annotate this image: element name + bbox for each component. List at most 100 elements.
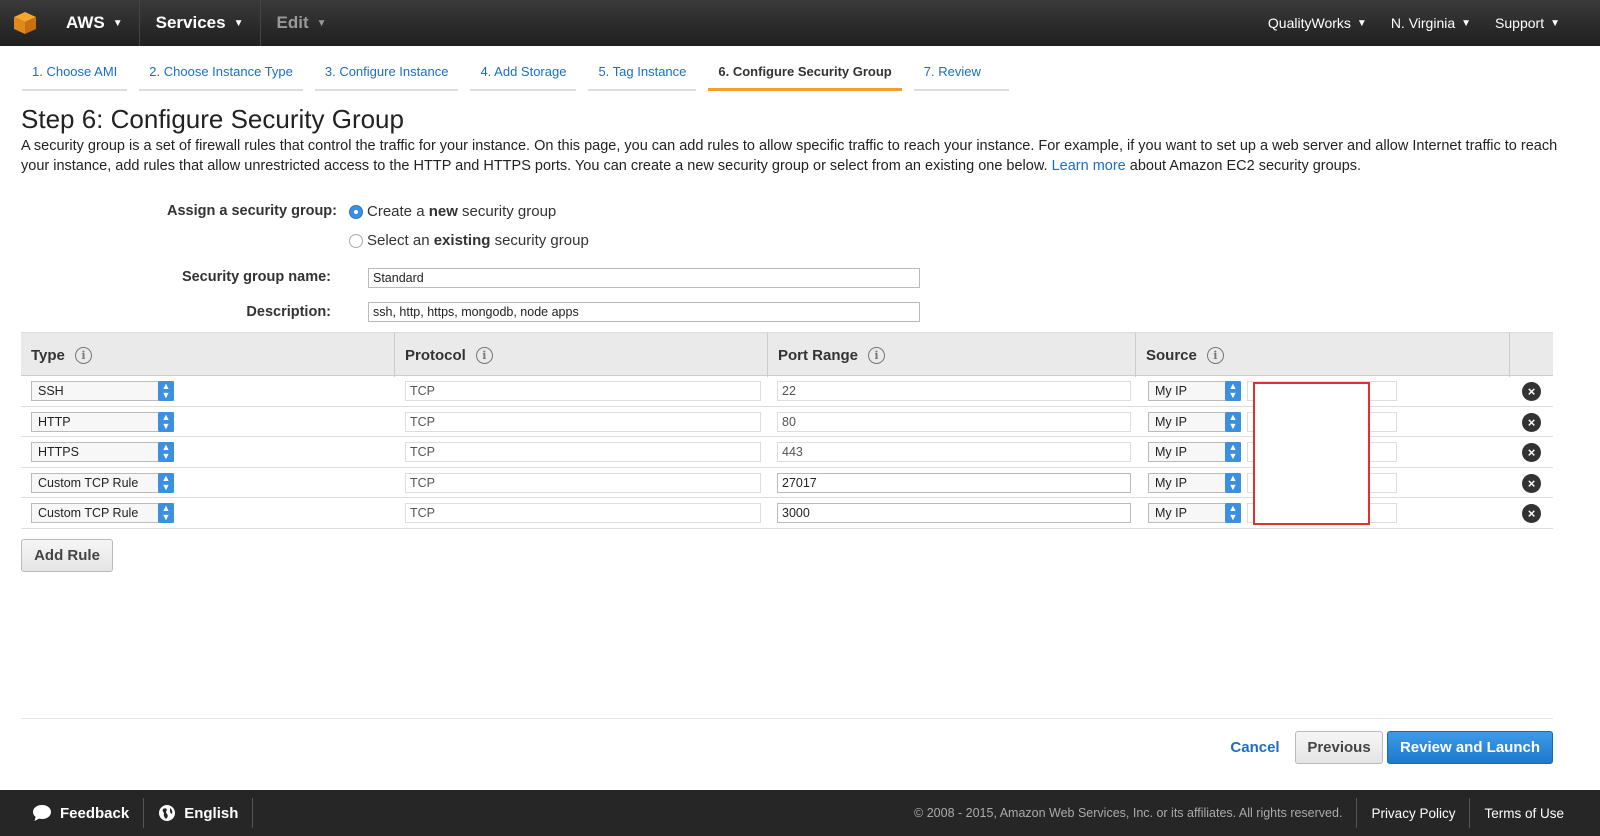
account-menu[interactable]: QualityWorks ▼	[1256, 15, 1379, 31]
feedback-button[interactable]: Feedback	[0, 798, 145, 828]
select-arrows-icon: ▲ ▼	[1225, 503, 1241, 523]
step-review[interactable]: 7. Review	[913, 58, 1009, 91]
step-configure-security-group[interactable]: 6. Configure Security Group	[708, 58, 902, 91]
wizard-steps: 1. Choose AMI 2. Choose Instance Type 3.…	[22, 58, 1009, 91]
step-tag-instance[interactable]: 5. Tag Instance	[588, 58, 697, 91]
cancel-button[interactable]: Cancel	[1224, 731, 1286, 764]
info-icon[interactable]: i	[868, 346, 886, 364]
column-port-range-label: Port Range	[778, 346, 859, 364]
select-arrows-icon: ▲ ▼	[1225, 472, 1241, 493]
type-select[interactable]: Custom TCP Rule ▲ ▼	[31, 503, 174, 523]
redaction-highlight-box	[1253, 382, 1370, 525]
language-label: English	[184, 804, 239, 822]
learn-more-link[interactable]: Learn more	[1052, 158, 1126, 174]
group-name-label: Security group name:	[181, 269, 331, 285]
select-arrows-icon: ▲ ▼	[1225, 442, 1241, 462]
footer: Feedback English © 2008 - 2015, Amazon W…	[0, 790, 1600, 836]
edit-menu[interactable]: Edit ▼	[261, 0, 343, 46]
column-remove	[1509, 333, 1553, 377]
region-menu[interactable]: N. Virginia ▼	[1379, 15, 1483, 31]
step-configure-instance[interactable]: 3. Configure Instance	[314, 58, 459, 91]
column-source-label: Source	[1146, 346, 1197, 364]
add-rule-button[interactable]: Add Rule	[21, 539, 113, 572]
port-range-field: 80	[777, 411, 1131, 432]
select-arrows-icon: ▲ ▼	[158, 472, 174, 493]
previous-button[interactable]: Previous	[1295, 731, 1383, 764]
info-icon[interactable]: i	[1206, 346, 1224, 364]
chevron-down-icon: ▼	[1356, 17, 1367, 29]
top-right-menus: QualityWorks ▼ N. Virginia ▼ Support ▼	[1256, 15, 1600, 31]
table-header: Type i Protocol i Port Range i Source i	[21, 332, 1553, 377]
port-range-input[interactable]: 3000	[777, 503, 1131, 523]
chevron-down-icon: ▼	[1461, 17, 1472, 29]
select-arrows-icon: ▲ ▼	[1225, 381, 1241, 401]
protocol-field: TCP	[405, 503, 761, 523]
type-select[interactable]: HTTP ▲ ▼	[31, 411, 174, 432]
column-protocol: Protocol i	[394, 333, 767, 377]
select-arrows-icon: ▲ ▼	[158, 503, 174, 523]
type-select[interactable]: HTTPS ▲ ▼	[31, 442, 174, 462]
port-range-field: 443	[777, 442, 1131, 462]
remove-rule-icon[interactable]: ×	[1522, 443, 1541, 462]
assign-group-label: Assign a security group:	[166, 203, 337, 219]
page-description: A security group is a set of firewall ru…	[21, 136, 1561, 176]
copyright-text: © 2008 - 2015, Amazon Web Services, Inc.…	[914, 806, 1343, 820]
source-select[interactable]: My IP ▲ ▼	[1148, 411, 1241, 432]
protocol-field: TCP	[405, 472, 761, 493]
terms-of-use-link[interactable]: Terms of Use	[1469, 798, 1600, 828]
step-choose-instance-type[interactable]: 2. Choose Instance Type	[139, 58, 303, 91]
column-type: Type i	[21, 333, 394, 377]
region-menu-label: N. Virginia	[1390, 15, 1456, 31]
remove-rule-icon[interactable]: ×	[1522, 473, 1541, 493]
aws-menu[interactable]: AWS ▼	[50, 0, 140, 46]
aws-menu-label: AWS	[66, 13, 105, 32]
description-input[interactable]: ssh, http, https, mongodb, node apps	[368, 302, 920, 322]
radio-select-existing-label: Select an existing security group	[367, 232, 589, 249]
select-arrows-icon: ▲ ▼	[1225, 411, 1241, 432]
source-select[interactable]: My IP ▲ ▼	[1148, 503, 1241, 523]
port-range-input[interactable]: 27017	[777, 472, 1131, 493]
services-menu[interactable]: Services ▼	[140, 0, 261, 46]
chevron-down-icon: ▼	[112, 17, 123, 29]
support-menu-label: Support	[1495, 15, 1545, 31]
info-icon[interactable]: i	[74, 346, 92, 364]
step-add-storage[interactable]: 4. Add Storage	[470, 58, 577, 91]
radio-select-existing-group[interactable]: Select an existing security group	[349, 232, 589, 249]
source-select[interactable]: My IP ▲ ▼	[1148, 442, 1241, 462]
radio-selected-icon[interactable]	[349, 204, 363, 219]
privacy-policy-link[interactable]: Privacy Policy	[1356, 798, 1469, 828]
source-select[interactable]: My IP ▲ ▼	[1148, 472, 1241, 493]
type-select[interactable]: Custom TCP Rule ▲ ▼	[31, 472, 174, 493]
select-arrows-icon: ▲ ▼	[158, 411, 174, 432]
remove-rule-icon[interactable]: ×	[1522, 504, 1541, 523]
info-icon[interactable]: i	[475, 346, 493, 364]
source-select[interactable]: My IP ▲ ▼	[1148, 381, 1241, 401]
speech-bubble-icon	[33, 805, 51, 821]
edit-menu-label: Edit	[276, 13, 309, 32]
remove-rule-icon[interactable]: ×	[1522, 412, 1541, 432]
actions-divider	[21, 718, 1553, 719]
column-protocol-label: Protocol	[405, 346, 466, 364]
language-selector[interactable]: English	[144, 798, 254, 828]
radio-create-new-label: Create a new security group	[367, 203, 557, 220]
chevron-down-icon: ▼	[1550, 17, 1560, 29]
radio-create-new-group[interactable]: Create a new security group	[349, 203, 556, 220]
protocol-field: TCP	[405, 411, 761, 432]
column-port-range: Port Range i	[767, 333, 1135, 377]
feedback-label: Feedback	[60, 804, 130, 822]
column-source: Source i	[1135, 333, 1509, 377]
type-select[interactable]: SSH ▲ ▼	[31, 381, 174, 401]
account-menu-label: QualityWorks	[1267, 15, 1351, 31]
support-menu[interactable]: Support ▼	[1483, 15, 1600, 31]
review-and-launch-button[interactable]: Review and Launch	[1387, 731, 1553, 764]
intro-text-tail: about Amazon EC2 security groups.	[1129, 158, 1362, 174]
aws-cube-icon[interactable]	[0, 0, 50, 46]
step-choose-ami[interactable]: 1. Choose AMI	[22, 58, 128, 91]
page-title: Step 6: Configure Security Group	[21, 104, 404, 134]
column-type-label: Type	[31, 346, 65, 364]
group-name-input[interactable]: Standard	[368, 268, 920, 288]
radio-unselected-icon[interactable]	[349, 233, 363, 248]
remove-rule-icon[interactable]: ×	[1522, 382, 1541, 401]
description-label: Description:	[246, 304, 331, 320]
protocol-field: TCP	[405, 442, 761, 462]
